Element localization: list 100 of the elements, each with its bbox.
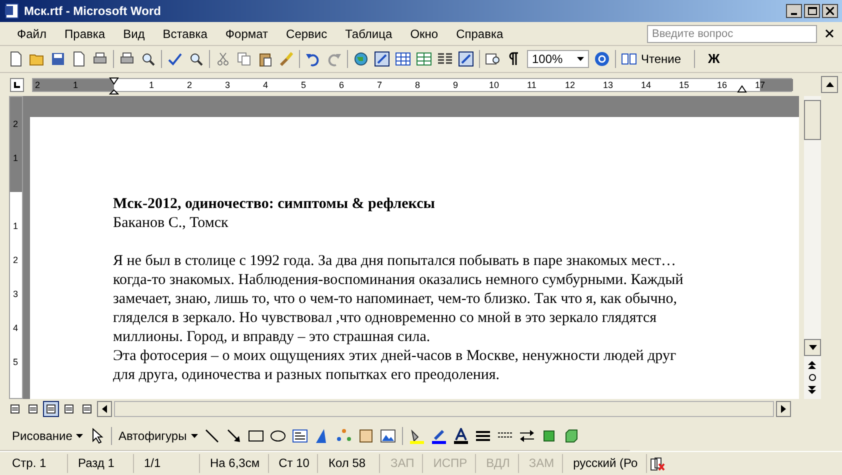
line-style-icon[interactable] — [474, 428, 491, 444]
tab-stop-selector[interactable] — [10, 78, 24, 92]
scroll-thumb[interactable] — [804, 100, 821, 140]
ruler-number: 5 — [301, 78, 306, 92]
help-search-field[interactable]: Введите вопрос — [647, 24, 817, 42]
menu-item[interactable]: Сервис — [277, 24, 336, 42]
status-field: Стр. 1 — [4, 454, 68, 473]
oval-icon[interactable] — [270, 428, 286, 444]
ruler-number: 2 — [35, 78, 40, 92]
scroll-left-button[interactable] — [97, 401, 112, 417]
drawing-icon[interactable] — [458, 51, 474, 67]
caret-icon — [76, 434, 84, 438]
ruler-number: 3 — [13, 289, 18, 299]
browse-object-icon[interactable] — [809, 374, 816, 381]
autoshapes-menu-button[interactable]: Автофигуры — [118, 427, 198, 445]
clip-art-icon[interactable] — [358, 428, 374, 444]
copy-icon[interactable] — [236, 51, 252, 67]
document-icon — [4, 3, 20, 19]
tables-borders-icon[interactable] — [374, 51, 390, 67]
shadow-icon[interactable] — [540, 428, 557, 444]
maximize-button[interactable] — [804, 4, 820, 18]
format-painter-icon[interactable] — [278, 51, 294, 67]
right-indent-marker-icon[interactable] — [737, 84, 747, 92]
drawing-menu-button[interactable]: Рисование — [12, 427, 84, 445]
arrow-style-icon[interactable] — [518, 428, 535, 444]
rectangle-icon[interactable] — [248, 428, 264, 444]
insert-sheet-icon[interactable] — [416, 51, 432, 67]
page-icon — [64, 404, 74, 414]
text-box-icon[interactable] — [292, 428, 308, 444]
paragraph: Эта фотосерия – о моих ощущениях этих дней-часов в Москве, ненужности людей друг для друга, одиночества и разных попытках его преодоления. — [113, 347, 676, 385]
line-color-icon[interactable] — [430, 428, 447, 444]
ruler-number: 2 — [13, 255, 18, 265]
next-page-icon[interactable] — [808, 386, 817, 394]
ruler-number: 17 — [755, 78, 766, 92]
page-icon — [10, 404, 20, 414]
close-icon[interactable] — [825, 29, 834, 38]
status-field: ЗАМ — [520, 454, 564, 473]
ruler-number: 6 — [339, 78, 344, 92]
ruler-number: 13 — [603, 78, 614, 92]
ruler-number: 9 — [453, 78, 458, 92]
page-icon — [28, 404, 38, 414]
page-icon — [82, 404, 92, 414]
cut-icon[interactable] — [215, 51, 231, 67]
menu-item[interactable]: Таблица — [336, 24, 402, 42]
scroll-right-button[interactable] — [776, 401, 791, 417]
paste-icon[interactable] — [257, 51, 273, 67]
scroll-up-button[interactable] — [821, 76, 838, 93]
columns-icon[interactable] — [437, 51, 453, 67]
status-field: русский (Ро — [565, 454, 647, 473]
ruler-number: 11 — [527, 78, 536, 92]
close-button[interactable] — [822, 4, 838, 18]
minimize-button[interactable] — [786, 4, 802, 18]
caret-icon — [577, 57, 584, 61]
author-line: Баканов С., Томск — [113, 214, 228, 233]
spelling-icon[interactable] — [167, 51, 183, 67]
ruler-number: 4 — [13, 323, 18, 333]
save-icon[interactable] — [50, 51, 66, 67]
ruler-number: 16 — [717, 78, 728, 92]
ruler-number: 8 — [415, 78, 420, 92]
indent-marker-icon[interactable] — [109, 76, 119, 96]
document-title: Мск-2012, одиночество: симптомы & рефлексы — [113, 195, 435, 214]
ruler-number: 2 — [13, 119, 18, 129]
menu-item[interactable]: Вид — [114, 24, 154, 42]
ruler-number: 4 — [263, 78, 268, 92]
scroll-down-button[interactable] — [804, 339, 821, 356]
help-icon[interactable] — [594, 51, 610, 67]
menu-item[interactable]: Правка — [56, 24, 114, 42]
status-field: На 6,3см — [202, 454, 269, 473]
fill-color-icon[interactable] — [408, 428, 425, 444]
ruler-number: 1 — [149, 78, 154, 92]
bold-button[interactable]: Ж — [700, 49, 728, 69]
reading-mode-button[interactable]: Чтение — [621, 50, 682, 68]
diagram-icon[interactable] — [336, 428, 352, 444]
arrow-icon[interactable] — [226, 428, 242, 444]
research-icon[interactable] — [188, 51, 204, 67]
line-icon[interactable] — [204, 428, 220, 444]
print-layout-icon[interactable] — [43, 401, 59, 417]
ruler-number: 14 — [641, 78, 652, 92]
document-map-icon[interactable] — [485, 51, 501, 67]
ruler-number: 1 — [13, 153, 18, 163]
font-color-icon[interactable] — [452, 428, 469, 444]
insert-table-icon[interactable] — [395, 51, 411, 67]
ruler-number: 10 — [489, 78, 500, 92]
3d-icon[interactable] — [562, 428, 579, 444]
status-field: ВДЛ — [478, 454, 519, 473]
undo-icon[interactable] — [305, 51, 321, 67]
ruler-number: 5 — [13, 357, 18, 367]
status-field: Разд 1 — [70, 454, 134, 473]
close-icon — [826, 7, 834, 15]
new-document-icon[interactable] — [8, 51, 24, 67]
zoom-dropdown[interactable]: 100% — [527, 50, 589, 68]
picture-icon[interactable] — [380, 428, 396, 444]
status-field: ИСПР — [425, 454, 476, 473]
menu-item[interactable]: Файл — [8, 24, 56, 42]
menu-item[interactable]: Справка — [447, 24, 512, 42]
print-preview-icon[interactable] — [140, 51, 156, 67]
previous-page-icon[interactable] — [808, 361, 817, 369]
menu-item[interactable]: Окно — [401, 24, 448, 42]
menu-item[interactable]: Вставка — [154, 24, 216, 42]
menu-item[interactable]: Формат — [216, 24, 278, 42]
